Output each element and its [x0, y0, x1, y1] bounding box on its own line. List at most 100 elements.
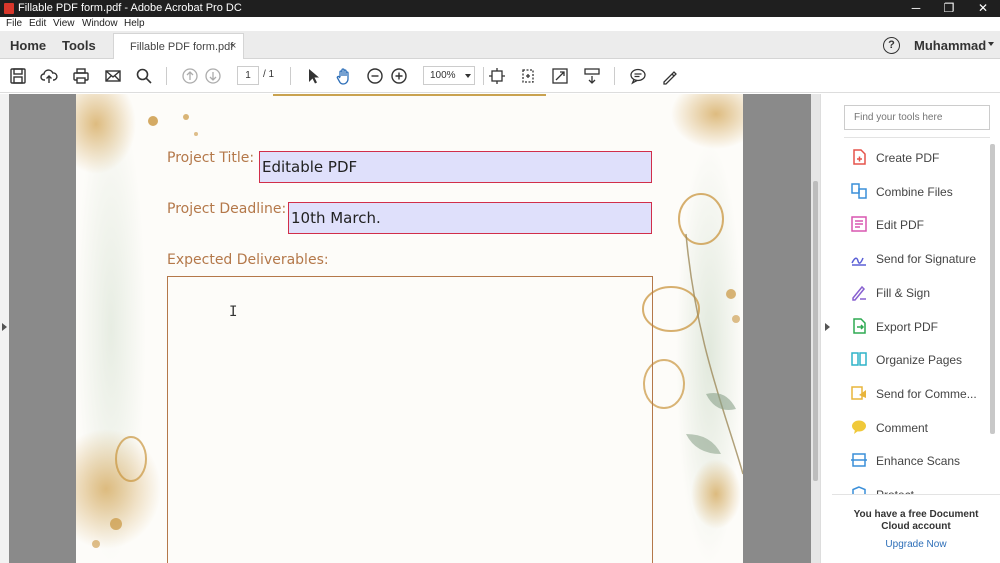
title-bar: Fillable PDF form.pdf - Adobe Acrobat Pr…	[0, 0, 1000, 17]
tools-pane: Create PDF Combine Files Edit PDF Send for …	[832, 94, 1000, 563]
tool-item-combine-files[interactable]: Combine Files	[850, 180, 990, 204]
collapse-right-chevron-icon	[825, 323, 830, 331]
tools-search-input[interactable]	[844, 105, 990, 130]
upgrade-now-link[interactable]: Upgrade Now	[832, 539, 1000, 550]
menu-file[interactable]: File	[6, 18, 22, 29]
tool-item-label: Enhance Scans	[876, 454, 961, 469]
pdf-page: Project Title: Editable PDF Project Dead…	[76, 94, 743, 563]
maximize-button[interactable]: ❐	[934, 0, 964, 17]
organize-pages-icon	[850, 350, 868, 368]
toolbar-divider	[483, 67, 484, 85]
toolbar-divider	[166, 67, 167, 85]
zoom-chevron-down-icon	[465, 74, 471, 78]
document-tab-label: Fillable PDF form.pdf	[130, 41, 234, 53]
page-total: / 1	[263, 69, 275, 80]
tool-item-export-pdf[interactable]: Export PDF	[850, 315, 990, 339]
page-number-input[interactable]	[237, 66, 259, 85]
project-deadline-field[interactable]: 10th March.	[288, 202, 652, 234]
promo-text: You have a free Document Cloud account	[832, 509, 1000, 533]
export-pdf-icon	[850, 317, 868, 335]
combine-files-icon	[850, 182, 868, 200]
project-title-label: Project Title:	[167, 150, 255, 166]
send-signature-icon	[850, 249, 868, 267]
fill-sign-icon	[850, 283, 868, 301]
left-panel-toggle[interactable]	[0, 94, 9, 563]
tab-bar: Home Tools Fillable PDF form.pdf × ? Muh…	[0, 31, 1000, 60]
hand-tool-icon[interactable]	[333, 65, 355, 87]
menu-view[interactable]: View	[53, 18, 75, 29]
tool-item-comment-tool[interactable]: Comment	[850, 416, 990, 440]
project-title-field[interactable]: Editable PDF	[259, 151, 652, 183]
zoom-out-icon[interactable]	[364, 65, 386, 87]
right-panel-toggle[interactable]	[820, 94, 831, 563]
fit-page-icon[interactable]	[486, 65, 508, 87]
highlight-pen-icon[interactable]	[659, 65, 681, 87]
user-name[interactable]: Muhammad	[914, 38, 986, 53]
document-scrollbar-thumb[interactable]	[813, 181, 818, 481]
user-menu-chevron-down-icon[interactable]	[988, 42, 994, 46]
tool-item-label: Fill & Sign	[876, 285, 931, 300]
comment-icon[interactable]	[627, 65, 649, 87]
text-cursor-icon: I	[229, 304, 238, 320]
menu-edit[interactable]: Edit	[29, 18, 46, 29]
tool-item-label: Combine Files	[876, 184, 953, 199]
help-icon[interactable]: ?	[883, 37, 900, 54]
expected-deliverables-label: Expected Deliverables:	[167, 252, 329, 268]
tool-item-send-signature[interactable]: Send for Signature	[850, 247, 990, 271]
tool-item-fill-sign[interactable]: Fill & Sign	[850, 281, 990, 305]
acrobat-app-icon	[4, 3, 14, 14]
tab-document[interactable]: Fillable PDF form.pdf ×	[113, 33, 244, 60]
save-icon[interactable]	[7, 65, 29, 87]
menu-bar: File Edit View Window Help	[0, 17, 1000, 31]
tool-item-create-pdf[interactable]: Create PDF	[850, 146, 990, 170]
zoom-in-icon[interactable]	[388, 65, 410, 87]
send-comments-icon	[850, 384, 868, 402]
toolbar-divider	[290, 67, 291, 85]
tool-item-label: Organize Pages	[876, 353, 963, 368]
expand-left-chevron-icon	[2, 323, 7, 331]
select-arrow-icon[interactable]	[302, 65, 324, 87]
scroll-mode-icon[interactable]	[581, 65, 603, 87]
tab-home[interactable]: Home	[10, 38, 46, 53]
search-icon[interactable]	[133, 65, 155, 87]
window-title: Fillable PDF form.pdf - Adobe Acrobat Pr…	[18, 2, 242, 14]
menu-window[interactable]: Window	[82, 18, 118, 29]
minimize-button[interactable]: ─	[901, 0, 931, 17]
close-window-button[interactable]: ✕	[968, 0, 998, 17]
tool-item-send-comments[interactable]: Send for Comme...	[850, 382, 990, 406]
promo-line-1: You have a free Document	[853, 509, 979, 520]
tool-item-label: Export PDF	[876, 319, 939, 334]
tab-tools[interactable]: Tools	[62, 38, 96, 53]
prev-page-icon[interactable]	[179, 65, 201, 87]
menu-help[interactable]: Help	[124, 18, 145, 29]
tool-item-label: Edit PDF	[876, 218, 925, 233]
edit-pdf-icon	[850, 215, 868, 233]
tools-pane-scrollbar[interactable]	[990, 144, 995, 434]
document-scrollbar[interactable]	[811, 94, 820, 563]
email-icon[interactable]	[102, 65, 124, 87]
tool-item-label: Comment	[876, 420, 929, 435]
tool-item-label: Send for Signature	[876, 252, 977, 267]
next-page-icon[interactable]	[202, 65, 224, 87]
cloud-upload-icon[interactable]	[38, 65, 60, 87]
rotate-icon[interactable]	[517, 65, 539, 87]
zoom-level-value: 100%	[430, 70, 456, 81]
create-pdf-icon	[850, 148, 868, 166]
comment-tool-icon	[850, 418, 868, 436]
tool-item-enhance-scans[interactable]: Enhance Scans	[850, 449, 990, 473]
zoom-level-select[interactable]: 100%	[423, 66, 475, 85]
tool-item-organize-pages[interactable]: Organize Pages	[850, 348, 990, 372]
toolbar: / 1 100%	[0, 59, 1000, 93]
tool-item-label: Send for Comme...	[876, 386, 977, 401]
toolbar-divider	[614, 67, 615, 85]
full-screen-icon[interactable]	[549, 65, 571, 87]
tools-pane-divider	[844, 137, 990, 138]
tool-item-label: Create PDF	[876, 151, 940, 165]
close-tab-icon[interactable]: ×	[230, 40, 236, 52]
promo-line-2: Cloud account	[881, 521, 951, 532]
expected-deliverables-field[interactable]	[167, 276, 653, 563]
tool-item-edit-pdf[interactable]: Edit PDF	[850, 213, 990, 237]
print-icon[interactable]	[70, 65, 92, 87]
cloud-account-promo: You have a free Document Cloud account U…	[832, 494, 1000, 563]
project-deadline-label: Project Deadline:	[167, 201, 287, 217]
